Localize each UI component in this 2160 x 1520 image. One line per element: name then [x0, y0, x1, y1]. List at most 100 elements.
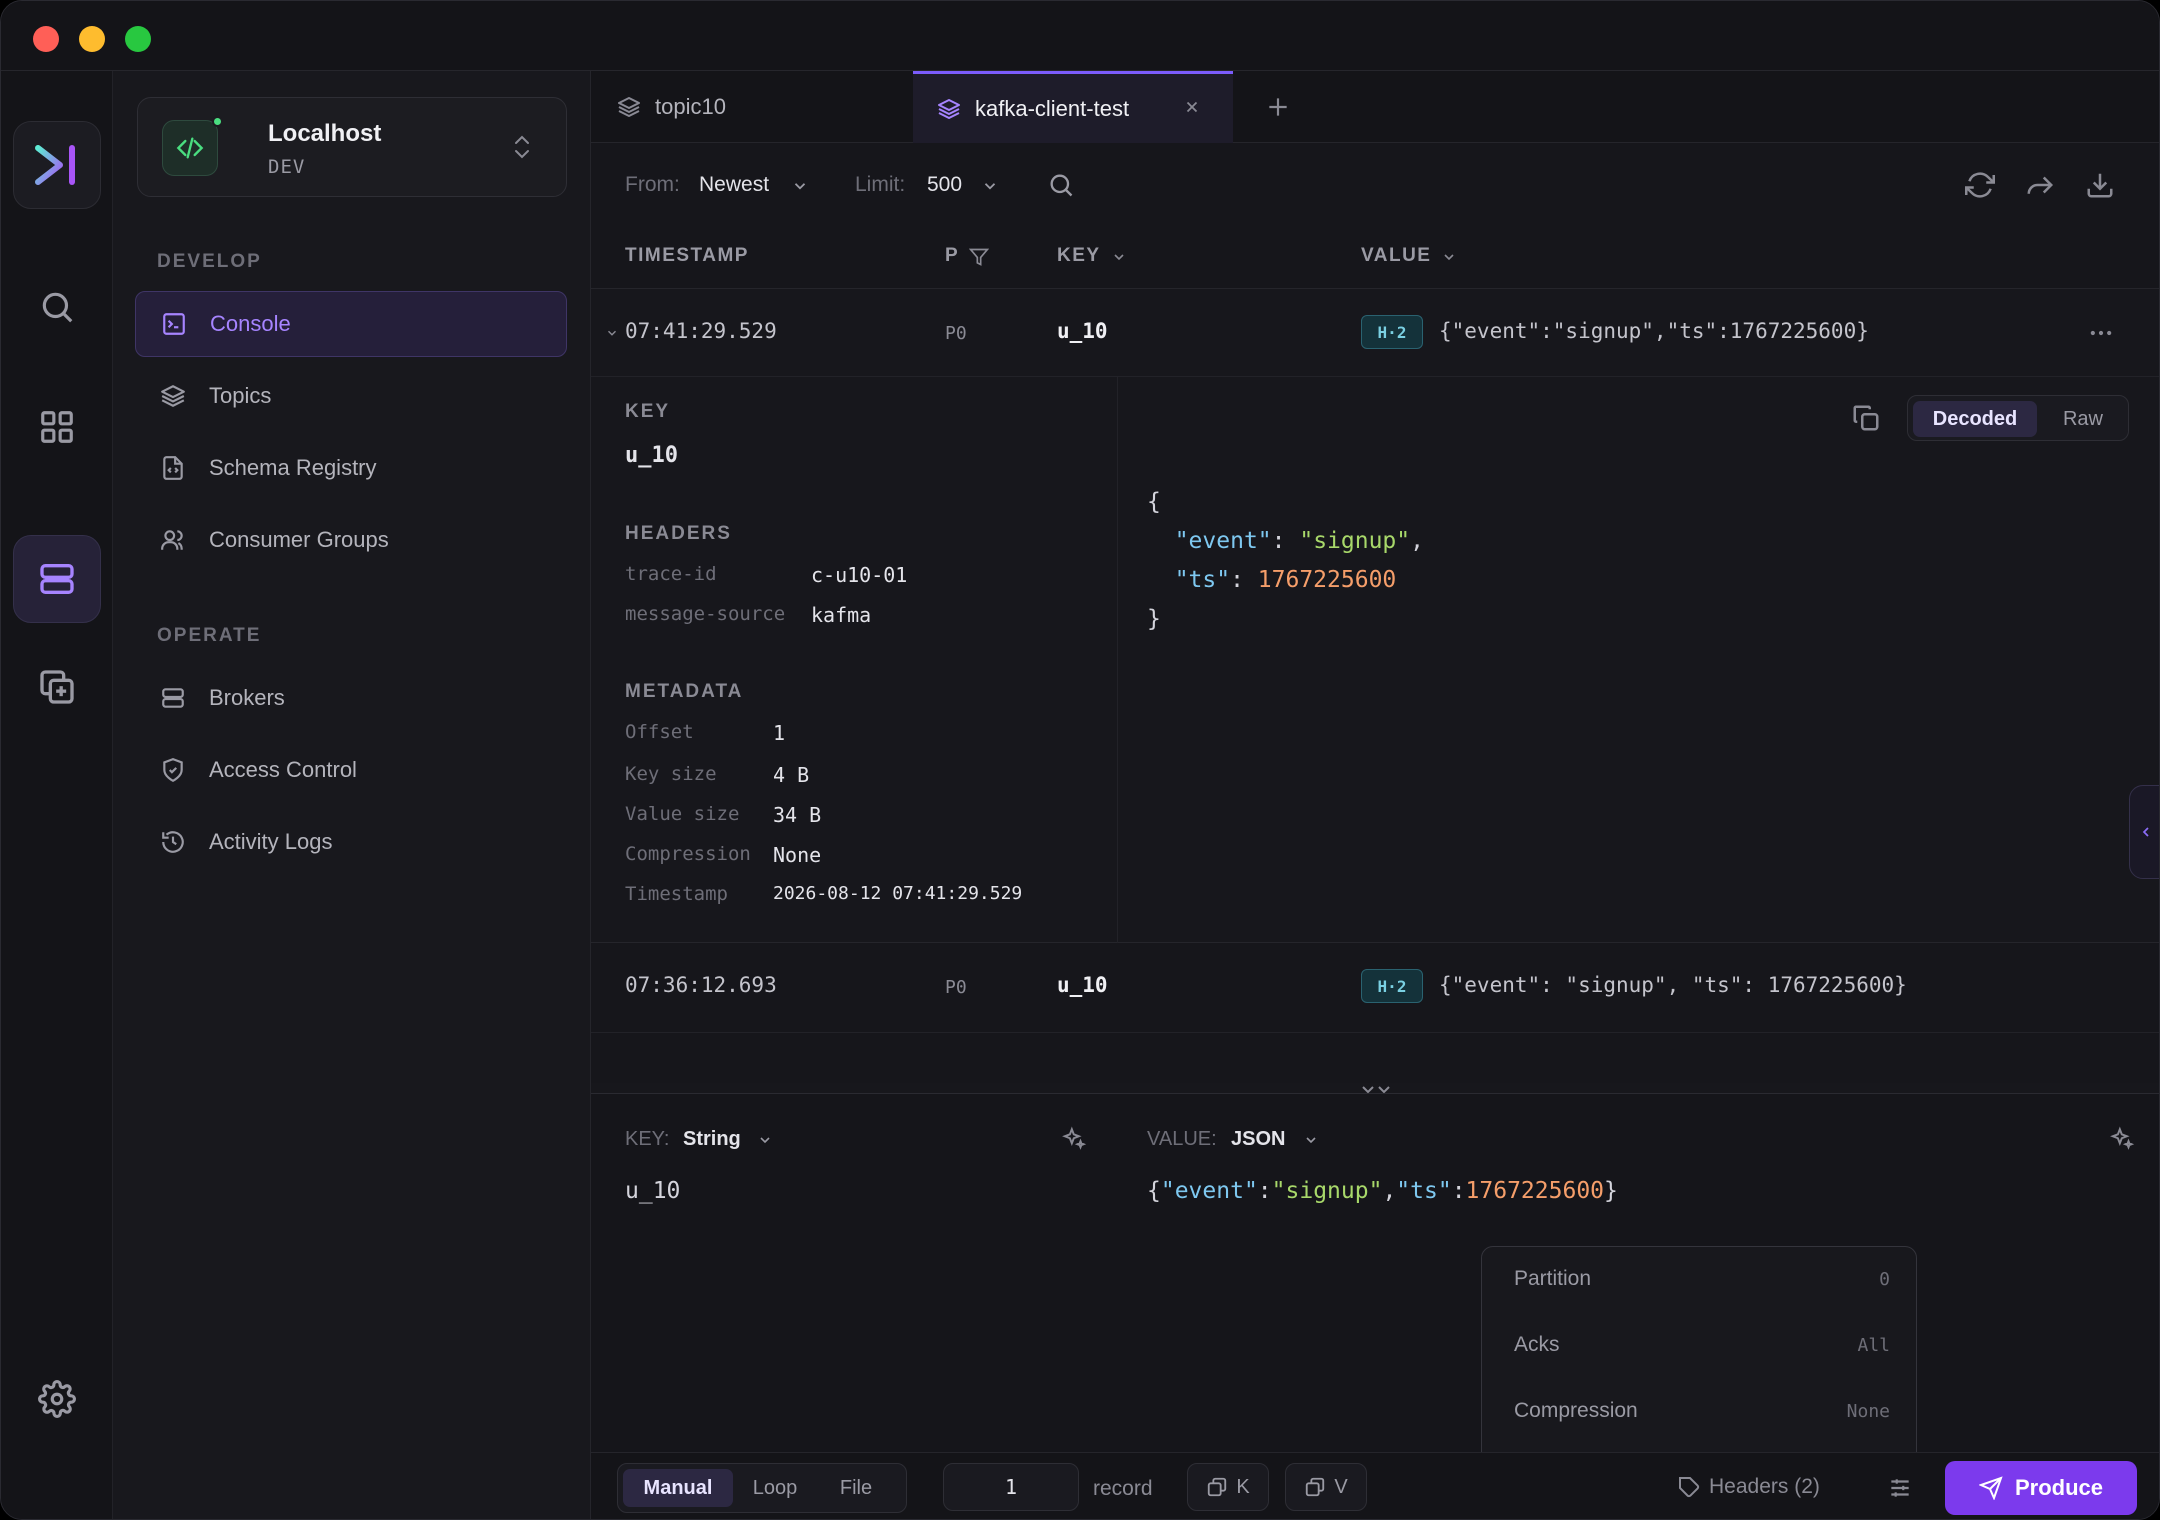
- produce-options-popover: Partition 0 Acks All Compression None: [1481, 1246, 1917, 1468]
- option-value: All: [1857, 1335, 1890, 1356]
- record-count-input[interactable]: 1: [943, 1463, 1079, 1511]
- key-type-label: KEY:: [625, 1128, 670, 1150]
- sidebar-item-label: Topics: [209, 383, 272, 408]
- value-generator-button[interactable]: V: [1285, 1463, 1367, 1511]
- limit-select[interactable]: 500: [927, 173, 962, 197]
- mode-loop[interactable]: Loop: [736, 1469, 814, 1507]
- metadata-key: Offset: [625, 721, 694, 743]
- column-partition[interactable]: P: [945, 245, 959, 267]
- tab-kafka-client-test[interactable]: kafka-client-test: [913, 71, 1233, 143]
- mode-file[interactable]: File: [816, 1469, 896, 1507]
- rail-settings-button[interactable]: [13, 1355, 101, 1443]
- add-copy-icon: [40, 670, 74, 704]
- refresh-icon[interactable]: [1965, 170, 1995, 200]
- produce-button-label: Produce: [2014, 1475, 2104, 1500]
- rail-clusters-button[interactable]: [13, 535, 101, 623]
- cluster-selector[interactable]: Localhost DEV: [137, 97, 567, 197]
- close-window-button[interactable]: [33, 26, 59, 52]
- json-number-value: 1767225600: [1465, 1178, 1605, 1204]
- history-icon: [159, 828, 187, 856]
- metadata-value: 34 B: [773, 803, 822, 827]
- sidebar-item-label: Activity Logs: [209, 829, 333, 854]
- metadata-key: Value size: [625, 803, 740, 825]
- rail-dashboard-button[interactable]: [13, 383, 101, 471]
- close-tab-icon[interactable]: [1183, 98, 1201, 116]
- gear-icon: [38, 1380, 76, 1418]
- filter-icon[interactable]: [969, 247, 989, 267]
- sidebar-item-brokers[interactable]: Brokers: [135, 665, 567, 731]
- app-logo[interactable]: [13, 121, 101, 209]
- server-icon: [40, 564, 74, 594]
- tab-topic10[interactable]: topic10: [591, 71, 913, 143]
- row-partition: P0: [945, 323, 967, 344]
- detail-divider: [1117, 377, 1118, 943]
- raw-option[interactable]: Raw: [2042, 401, 2124, 437]
- table-row[interactable]: 07:41:29.529 P0 u_10 H·2 {"event":"signu…: [591, 289, 2159, 377]
- from-label: From:: [625, 173, 680, 196]
- rail-add-cluster-button[interactable]: [13, 643, 101, 731]
- new-tab-icon[interactable]: [1265, 94, 1291, 120]
- metadata-value: 1: [773, 721, 786, 745]
- chevron-down-icon: [794, 183, 806, 190]
- value-type-select[interactable]: JSON: [1231, 1128, 1285, 1151]
- app-window: Localhost DEV DEVELOP Console Topics Sch…: [0, 0, 2160, 1520]
- header-value: kafma: [811, 603, 872, 627]
- sparkles-icon[interactable]: [2109, 1126, 2135, 1152]
- value-editor[interactable]: {"event":"signup","ts":1767225600}: [1147, 1178, 1618, 1204]
- server-icon: [159, 684, 187, 712]
- produce-button[interactable]: Produce: [1945, 1461, 2137, 1515]
- chevron-down-icon: [1306, 1137, 1316, 1144]
- row-timestamp: 07:36:12.693: [625, 973, 777, 997]
- sidebar-item-schema-registry[interactable]: Schema Registry: [135, 435, 567, 501]
- column-value[interactable]: VALUE: [1361, 245, 1431, 267]
- section-title-operate: OPERATE: [157, 625, 262, 646]
- row-partition: P0: [945, 977, 967, 998]
- table-row[interactable]: 07:36:12.693 P0 u_10 H·2 {"event": "sign…: [591, 943, 2159, 1033]
- option-compression[interactable]: Compression None: [1482, 1379, 1918, 1445]
- headers-badge[interactable]: H·2: [1361, 315, 1423, 349]
- chevron-down-icon[interactable]: [605, 326, 619, 340]
- copy-icon[interactable]: [1851, 403, 1881, 433]
- headers-button[interactable]: Headers (2): [1677, 1475, 1820, 1499]
- option-partition[interactable]: Partition 0: [1482, 1247, 1918, 1313]
- main-panel: topic10 kafka-client-test From: Newest L…: [591, 71, 2159, 1519]
- column-key[interactable]: KEY: [1057, 245, 1101, 267]
- download-icon[interactable]: [2085, 170, 2115, 200]
- code-icon: [176, 137, 204, 159]
- chevron-down-icon: [984, 183, 996, 190]
- share-icon[interactable]: [2025, 170, 2055, 200]
- limit-label: Limit:: [855, 173, 906, 196]
- sidebar-item-topics[interactable]: Topics: [135, 363, 567, 429]
- mode-manual[interactable]: Manual: [623, 1469, 733, 1507]
- metadata-value: 4 B: [773, 763, 810, 787]
- sparkles-icon[interactable]: [1061, 1126, 1087, 1152]
- key-editor[interactable]: u_10: [625, 1178, 680, 1204]
- right-panel-toggle[interactable]: [2129, 785, 2159, 879]
- sidebar-item-label: Console: [210, 311, 291, 336]
- message-detail: KEY u_10 HEADERS trace-id c-u10-01 messa…: [591, 377, 2159, 943]
- option-acks[interactable]: Acks All: [1482, 1313, 1918, 1379]
- sidebar-item-activity-logs[interactable]: Activity Logs: [135, 809, 567, 875]
- sidebar-item-consumer-groups[interactable]: Consumer Groups: [135, 507, 567, 573]
- minimize-window-button[interactable]: [79, 26, 105, 52]
- headers-badge[interactable]: H·2: [1361, 969, 1423, 1003]
- section-title-develop: DEVELOP: [157, 251, 262, 272]
- row-key: u_10: [1057, 973, 1108, 997]
- from-select[interactable]: Newest: [699, 173, 769, 197]
- more-icon[interactable]: [2087, 319, 2115, 347]
- search-icon[interactable]: [1047, 171, 1075, 199]
- column-timestamp[interactable]: TIMESTAMP: [625, 245, 749, 267]
- key-generator-label: K: [1236, 1475, 1250, 1498]
- sidebar-item-console[interactable]: Console: [135, 291, 567, 357]
- record-unit-label: record: [1093, 1477, 1153, 1500]
- chevron-down-icon: [760, 1137, 770, 1144]
- sliders-icon[interactable]: [1887, 1475, 1913, 1501]
- sidebar-item-access-control[interactable]: Access Control: [135, 737, 567, 803]
- key-generator-button[interactable]: K: [1187, 1463, 1269, 1511]
- console-toolbar: From: Newest Limit: 500: [591, 143, 2159, 227]
- rail-search-button[interactable]: [13, 263, 101, 351]
- decoded-option[interactable]: Decoded: [1913, 401, 2037, 437]
- metadata-key: Compression: [625, 843, 751, 865]
- key-type-select[interactable]: String: [683, 1128, 741, 1151]
- maximize-window-button[interactable]: [125, 26, 151, 52]
